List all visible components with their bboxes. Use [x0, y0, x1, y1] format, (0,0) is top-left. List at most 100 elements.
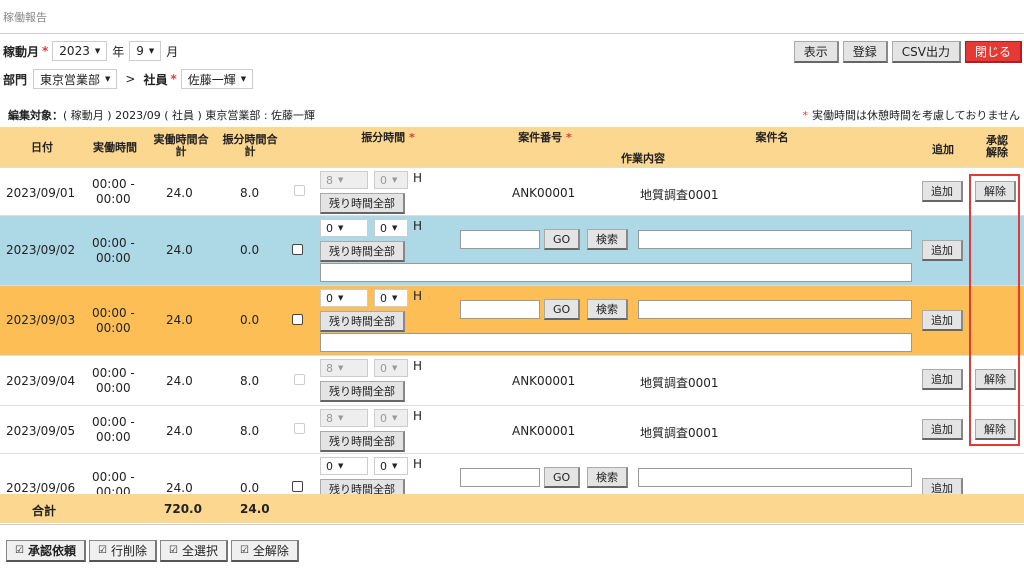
fill-remaining-button[interactable]: 残り時間全部	[320, 311, 405, 332]
edit-target-text: ( 稼動月 ) 2023/09 ( 社員 ) 東京営業部 : 佐藤一輝	[63, 109, 316, 122]
table-row: 2023/09/06 00:00 - 00:00 24.0 0.0 0 ▼ 0 ▼ …	[0, 453, 1024, 495]
chevron-down-icon: ▼	[338, 364, 344, 372]
select-all-label: 全選択	[181, 544, 218, 558]
note: * 実働時間は休憩時間を考慮しておりません	[802, 107, 1020, 123]
required-mark: *	[566, 131, 572, 144]
month-select[interactable]: 9 ▼	[129, 41, 162, 61]
row-checkbox[interactable]	[292, 244, 303, 255]
minutes-value: 0	[380, 291, 387, 305]
chevron-down-icon: ▼	[392, 364, 398, 372]
dept-select[interactable]: 東京営業部 ▼	[33, 69, 118, 89]
row-case-no: ANK00001	[512, 374, 576, 388]
row-checkbox[interactable]	[292, 314, 303, 325]
add-button[interactable]: 追加	[922, 369, 963, 390]
go-button[interactable]: GO	[544, 229, 581, 250]
col-alloc-label: 振分時間	[361, 131, 406, 144]
add-button[interactable]: 追加	[922, 240, 963, 261]
hours-select[interactable]: 0 ▼	[320, 219, 368, 237]
row-case-name: 地質調査0001	[640, 426, 719, 440]
hours-unit: H	[413, 171, 423, 185]
row-date: 2023/09/04	[6, 374, 76, 388]
row-checkbox[interactable]	[292, 481, 303, 492]
row-date: 2023/09/06	[6, 481, 76, 495]
add-button[interactable]: 追加	[922, 310, 963, 331]
case-no-input[interactable]	[460, 300, 540, 319]
unselect-all-button[interactable]: ☑ 全解除	[230, 540, 299, 562]
go-button[interactable]: GO	[544, 467, 581, 488]
page-title: 稼働報告	[3, 11, 47, 24]
register-button[interactable]: 登録	[842, 41, 888, 63]
row-work-start: 00:00 -	[92, 306, 135, 320]
fill-remaining-button[interactable]: 残り時間全部	[320, 479, 405, 495]
row-alloc-total: 8.0	[240, 424, 260, 438]
hours-select[interactable]: 8 ▼	[320, 409, 368, 427]
fill-remaining-button[interactable]: 残り時間全部	[320, 193, 405, 214]
dept-label: 部門	[3, 72, 28, 87]
hours-select[interactable]: 8 ▼	[320, 359, 368, 377]
minutes-select[interactable]: 0 ▼	[374, 171, 408, 189]
chevron-down-icon: ▼	[338, 176, 344, 184]
hours-unit: H	[413, 359, 423, 373]
hours-unit: H	[413, 219, 423, 233]
row-date: 2023/09/02	[6, 243, 76, 257]
row-work-start: 00:00 -	[92, 366, 135, 380]
close-button[interactable]: 閉じる	[964, 41, 1022, 63]
approval-request-button[interactable]: ☑ 承認依頼	[6, 540, 86, 562]
search-button[interactable]: 検索	[587, 467, 628, 488]
show-button[interactable]: 表示	[793, 41, 839, 63]
select-all-button[interactable]: ☑ 全選択	[159, 540, 228, 562]
chevron-down-icon: ▼	[392, 176, 398, 184]
add-button[interactable]: 追加	[922, 181, 963, 202]
row-checkbox[interactable]	[294, 374, 305, 385]
hours-select[interactable]: 0 ▼	[320, 457, 368, 475]
add-button[interactable]: 追加	[922, 419, 963, 440]
search-button[interactable]: 検索	[587, 299, 628, 320]
year-select[interactable]: 2023 ▼	[52, 41, 108, 61]
month-row: 稼動月 * 2023 ▼ 年 9 ▼ 月	[3, 40, 183, 62]
row-checkbox[interactable]	[294, 423, 305, 434]
minutes-select[interactable]: 0 ▼	[374, 289, 408, 307]
checkbox-icon: ☑	[15, 545, 24, 556]
separator: >	[125, 72, 136, 86]
hours-select[interactable]: 0 ▼	[320, 289, 368, 307]
add-button[interactable]: 追加	[922, 478, 963, 495]
month-unit: 月	[166, 44, 179, 59]
minutes-select[interactable]: 0 ▼	[374, 359, 408, 377]
unselect-all-label: 全解除	[252, 544, 289, 558]
go-button[interactable]: GO	[544, 299, 581, 320]
csv-export-button[interactable]: CSV出力	[891, 41, 961, 63]
divider	[0, 524, 1024, 525]
note-text: 実働時間は休憩時間を考慮しておりません	[811, 109, 1020, 122]
search-button[interactable]: 検索	[587, 229, 628, 250]
minutes-select[interactable]: 0 ▼	[374, 457, 408, 475]
case-name-input[interactable]	[638, 230, 912, 249]
work-detail-input[interactable]	[320, 333, 912, 352]
minutes-value: 0	[380, 221, 387, 235]
col-alloc-total-line2: 計	[244, 145, 256, 158]
fill-remaining-button[interactable]: 残り時間全部	[320, 381, 405, 402]
year-value: 2023	[59, 44, 90, 58]
case-no-input[interactable]	[460, 468, 540, 487]
hours-select[interactable]: 8 ▼	[320, 171, 368, 189]
fill-remaining-button[interactable]: 残り時間全部	[320, 431, 405, 452]
work-detail-input[interactable]	[320, 263, 912, 282]
row-checkbox[interactable]	[294, 185, 305, 196]
fill-remaining-button[interactable]: 残り時間全部	[320, 241, 405, 262]
case-name-input[interactable]	[638, 300, 912, 319]
chevron-down-icon: ▼	[338, 462, 344, 470]
minutes-select[interactable]: 0 ▼	[374, 219, 408, 237]
col-case-no: 案件番号 *	[458, 132, 632, 144]
delete-row-button[interactable]: ☑ 行削除	[88, 540, 157, 562]
edit-target-label: 編集対象：	[8, 109, 63, 122]
table-row: 2023/09/02 00:00 - 00:00 24.0 0.0 0 ▼ 0 ▼ …	[0, 215, 1024, 286]
col-total-line2: 計	[175, 145, 187, 158]
hours-value: 8	[326, 411, 333, 425]
minutes-select[interactable]: 0 ▼	[374, 409, 408, 427]
chevron-down-icon: ▼	[148, 47, 155, 55]
row-case-no: ANK00001	[512, 424, 576, 438]
case-name-input[interactable]	[638, 468, 912, 487]
case-no-input[interactable]	[460, 230, 540, 249]
employee-select[interactable]: 佐藤一輝 ▼	[180, 69, 254, 89]
footer-label: 合計	[32, 504, 57, 518]
chevron-down-icon: ▼	[338, 414, 344, 422]
